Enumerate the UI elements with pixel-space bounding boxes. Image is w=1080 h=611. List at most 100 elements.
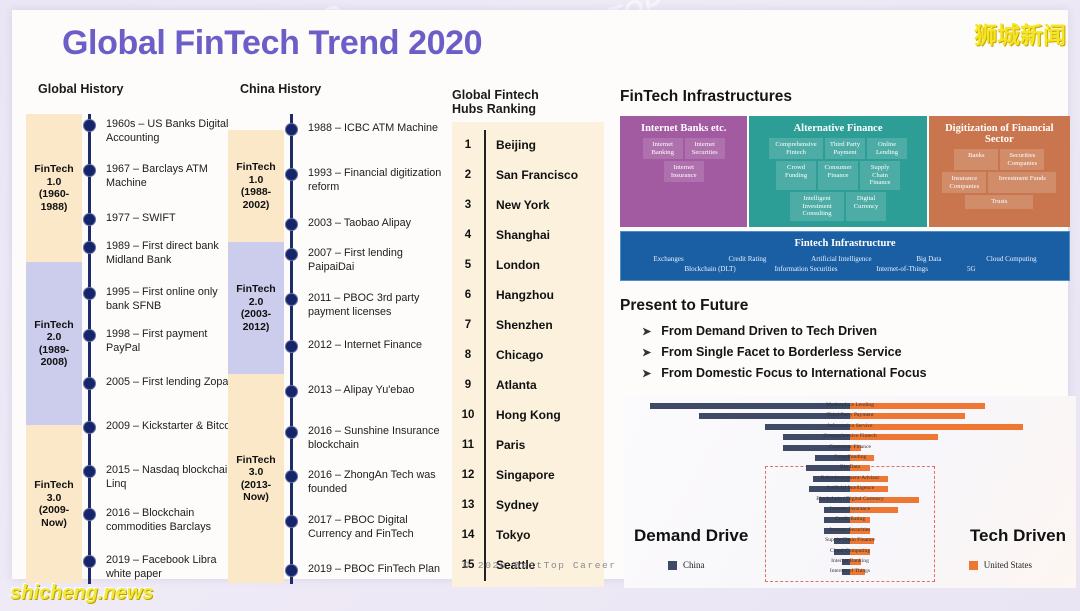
ranking-row[interactable]: 3 New York [452,190,604,220]
footer-copyright: © 2020 BestTop Career [463,560,617,571]
timeline-era-band: FinTech 2.0 (2003- 2012) [228,242,284,374]
timeline-event: 1993 – Financial digitization reform [308,167,442,193]
ranking-number: 1 [464,139,472,151]
bullet-item: ➤ From Single Facet to Borderless Servic… [620,342,1075,363]
infra-item: Internet Banking [642,138,683,160]
ranking-city: London [496,258,540,272]
infra-group-title: Internet Banks etc. [640,123,727,134]
ranking-number: 6 [464,289,472,301]
infra-group-title: Alternative Finance [793,123,883,134]
ranking-city: Chicago [496,348,544,362]
infra-item: Intelligent Investment Consulting [790,191,845,221]
infra-base-item: Credit Rating [728,254,767,263]
timeline-dot [83,465,96,478]
ranking-row[interactable]: 10 Hong Kong [452,400,604,430]
ranking-city: Paris [496,438,526,452]
present-to-future-title: Present to Future [620,296,749,314]
timeline-event: 2015 – Nasdaq blockchain Linq [106,464,234,490]
ranking-city: Tokyo [496,528,531,542]
ranking-row[interactable]: 14 Tokyo [452,520,604,550]
timeline-event: 2012 – Internet Finance [308,339,423,351]
timeline-dot [285,123,298,136]
ranking-row[interactable]: 8 Chicago [452,340,604,370]
infra-base-item: Cloud Computing [986,254,1037,263]
infra-base-item: Information Securities [774,264,838,273]
timeline-event: 2011 – PBOC 3rd party payment licenses [308,292,420,318]
infra-base-row-1: Exchanges Credit Rating Artificial Intel… [625,254,1065,264]
infra-base-item: 5G [966,264,976,273]
timeline-dot [285,426,298,439]
bullet-label: From Domestic Focus to International Foc… [661,365,927,380]
infra-base-item: Internet-of-Things [876,264,929,273]
infra-base-item: Exchanges [653,254,684,263]
bullet-label: From Single Facet to Borderless Service [661,344,902,359]
timeline-event: 1988 – ICBC ATM Machine [308,122,439,134]
right-panel: FinTech Infrastructures Internet Banks e… [620,88,1075,384]
present-to-future-section: Present to Future ➤ From Demand Driven t… [620,297,1075,384]
ranking-city: Singapore [496,468,555,482]
timeline-era-band: FinTech 2.0 (1989- 2008) [26,262,82,425]
infra-item: Comprehensive Fintech [769,138,824,160]
infra-base-layer: Fintech Infrastructure Exchanges Credit … [620,230,1070,281]
timeline-event: 2005 – First lending Zopa [106,376,229,388]
ranking-row[interactable]: 7 Shenzhen [452,310,604,340]
ranking-row[interactable]: 2 San Francisco [452,160,604,190]
infra-item: Crowd Funding [776,161,817,190]
timeline-event: 2013 – Alipay Yu'ebao [308,384,415,396]
timeline-dot [83,164,96,177]
bullet-label: From Demand Driven to Tech Driven [661,323,878,338]
ranking-row[interactable]: 13 Sydney [452,490,604,520]
ranking-city: Shanghai [496,228,551,242]
ranking-city: San Francisco [496,168,579,182]
ranking-row[interactable]: 5 London [452,250,604,280]
ranking-city: Hong Kong [496,408,561,422]
ranking-heading-line2: Hubs Ranking [452,102,537,116]
timeline-dot [83,377,96,390]
bullet-item: ➤ From Demand Driven to Tech Driven [620,321,1075,342]
ranking-city: Sydney [496,498,539,512]
watermark-bottom-left: shicheng.news [10,582,154,604]
timeline-era-label: FinTech 2.0 (2003- 2012) [236,283,276,333]
infra-group-title: Digitization of Financial Sector [945,123,1054,145]
ranking-number: 13 [461,499,475,511]
timeline-china-history: FinTech 1.0 (1988- 2002) FinTech 2.0 (2003- 201… [228,114,448,584]
ranking-row[interactable]: 1 Beijing [452,130,604,160]
timeline-era-label: FinTech 3.0 (2013- Now) [236,453,276,504]
infra-item: Digital Currency [846,191,887,221]
timeline-event: 2016 – ZhongAn Tech was founded [308,469,436,495]
ranking-row[interactable]: 11 Paris [452,430,604,460]
timeline-dot [285,385,298,398]
infra-item: Insurance Companies [942,172,987,194]
page-title: Global FinTech Trend 2020 [62,24,483,62]
timeline-event: 2007 – First lending PaipaiDai [308,247,403,273]
timeline-dot [285,168,298,181]
content-card: Global FinTech Trend 2020 Global History… [12,10,1076,588]
timeline-era-band: FinTech 1.0 (1960- 1988) [26,114,82,262]
timeline-event: 1967 – Barclays ATM Machine [106,163,208,189]
ranking-heading-line1: Global Fintech [452,88,539,102]
ranking-list: 1 Beijing 2 San Francisco 3 New York 4 Shanghai… [452,122,604,587]
timeline-dot [285,515,298,528]
ranking-city: Shenzhen [496,318,553,332]
infographic-root: BESTTOP BESTTOP BESTTOP BESTTOP BESTTOP … [0,0,1080,611]
ranking-row[interactable]: 9 Atlanta [452,370,604,400]
timeline-dot [83,287,96,300]
infra-item: Internet Securities [684,138,725,160]
infra-base-item: Artificial Intelligence [811,254,872,263]
column-heading-global-history: Global History [38,82,124,96]
infra-item: Investment Funds [988,172,1057,194]
timeline-era-band: FinTech 3.0 (2013- Now) [228,374,284,583]
infra-item: Supply Chain Finance [860,161,901,190]
column-heading-ranking: Global Fintech Hubs Ranking [452,88,539,116]
timeline-era-label: FinTech 2.0 (1989- 2008) [34,318,74,369]
timeline-event: 1977 – SWIFT [106,212,176,224]
infra-item: Third Party Payment [825,138,866,160]
ranking-number: 14 [461,529,475,541]
infra-item: Online Lending [867,138,908,160]
ranking-row[interactable]: 6 Hangzhou [452,280,604,310]
ranking-row[interactable]: 4 Shanghai [452,220,604,250]
ranking-number: 12 [461,469,475,481]
watermark-top-right: 狮城新闻 [974,23,1066,49]
ranking-row[interactable]: 12 Singapore [452,460,604,490]
column-heading-china-history: China History [240,82,322,96]
